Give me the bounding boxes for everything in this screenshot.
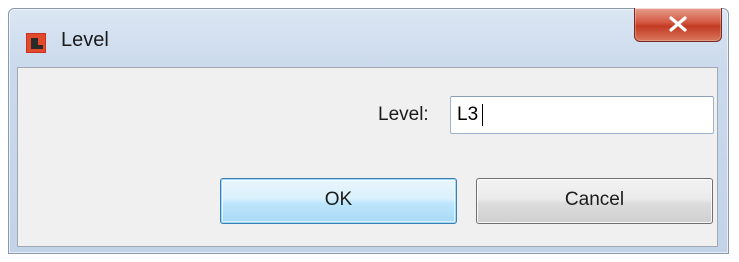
cancel-button[interactable]: Cancel (476, 178, 713, 224)
level-dialog: Level Level: OK Cancel (8, 8, 729, 254)
text-caret (482, 104, 483, 126)
level-label: Level: (378, 104, 429, 125)
close-icon (669, 16, 687, 32)
close-button[interactable] (634, 8, 722, 42)
title-bar[interactable]: Level (9, 8, 728, 67)
window-title: Level (61, 29, 109, 51)
app-icon (26, 33, 46, 53)
dialog-body: Level: OK Cancel (17, 67, 718, 247)
ok-button[interactable]: OK (220, 178, 457, 224)
level-input[interactable] (450, 96, 714, 134)
